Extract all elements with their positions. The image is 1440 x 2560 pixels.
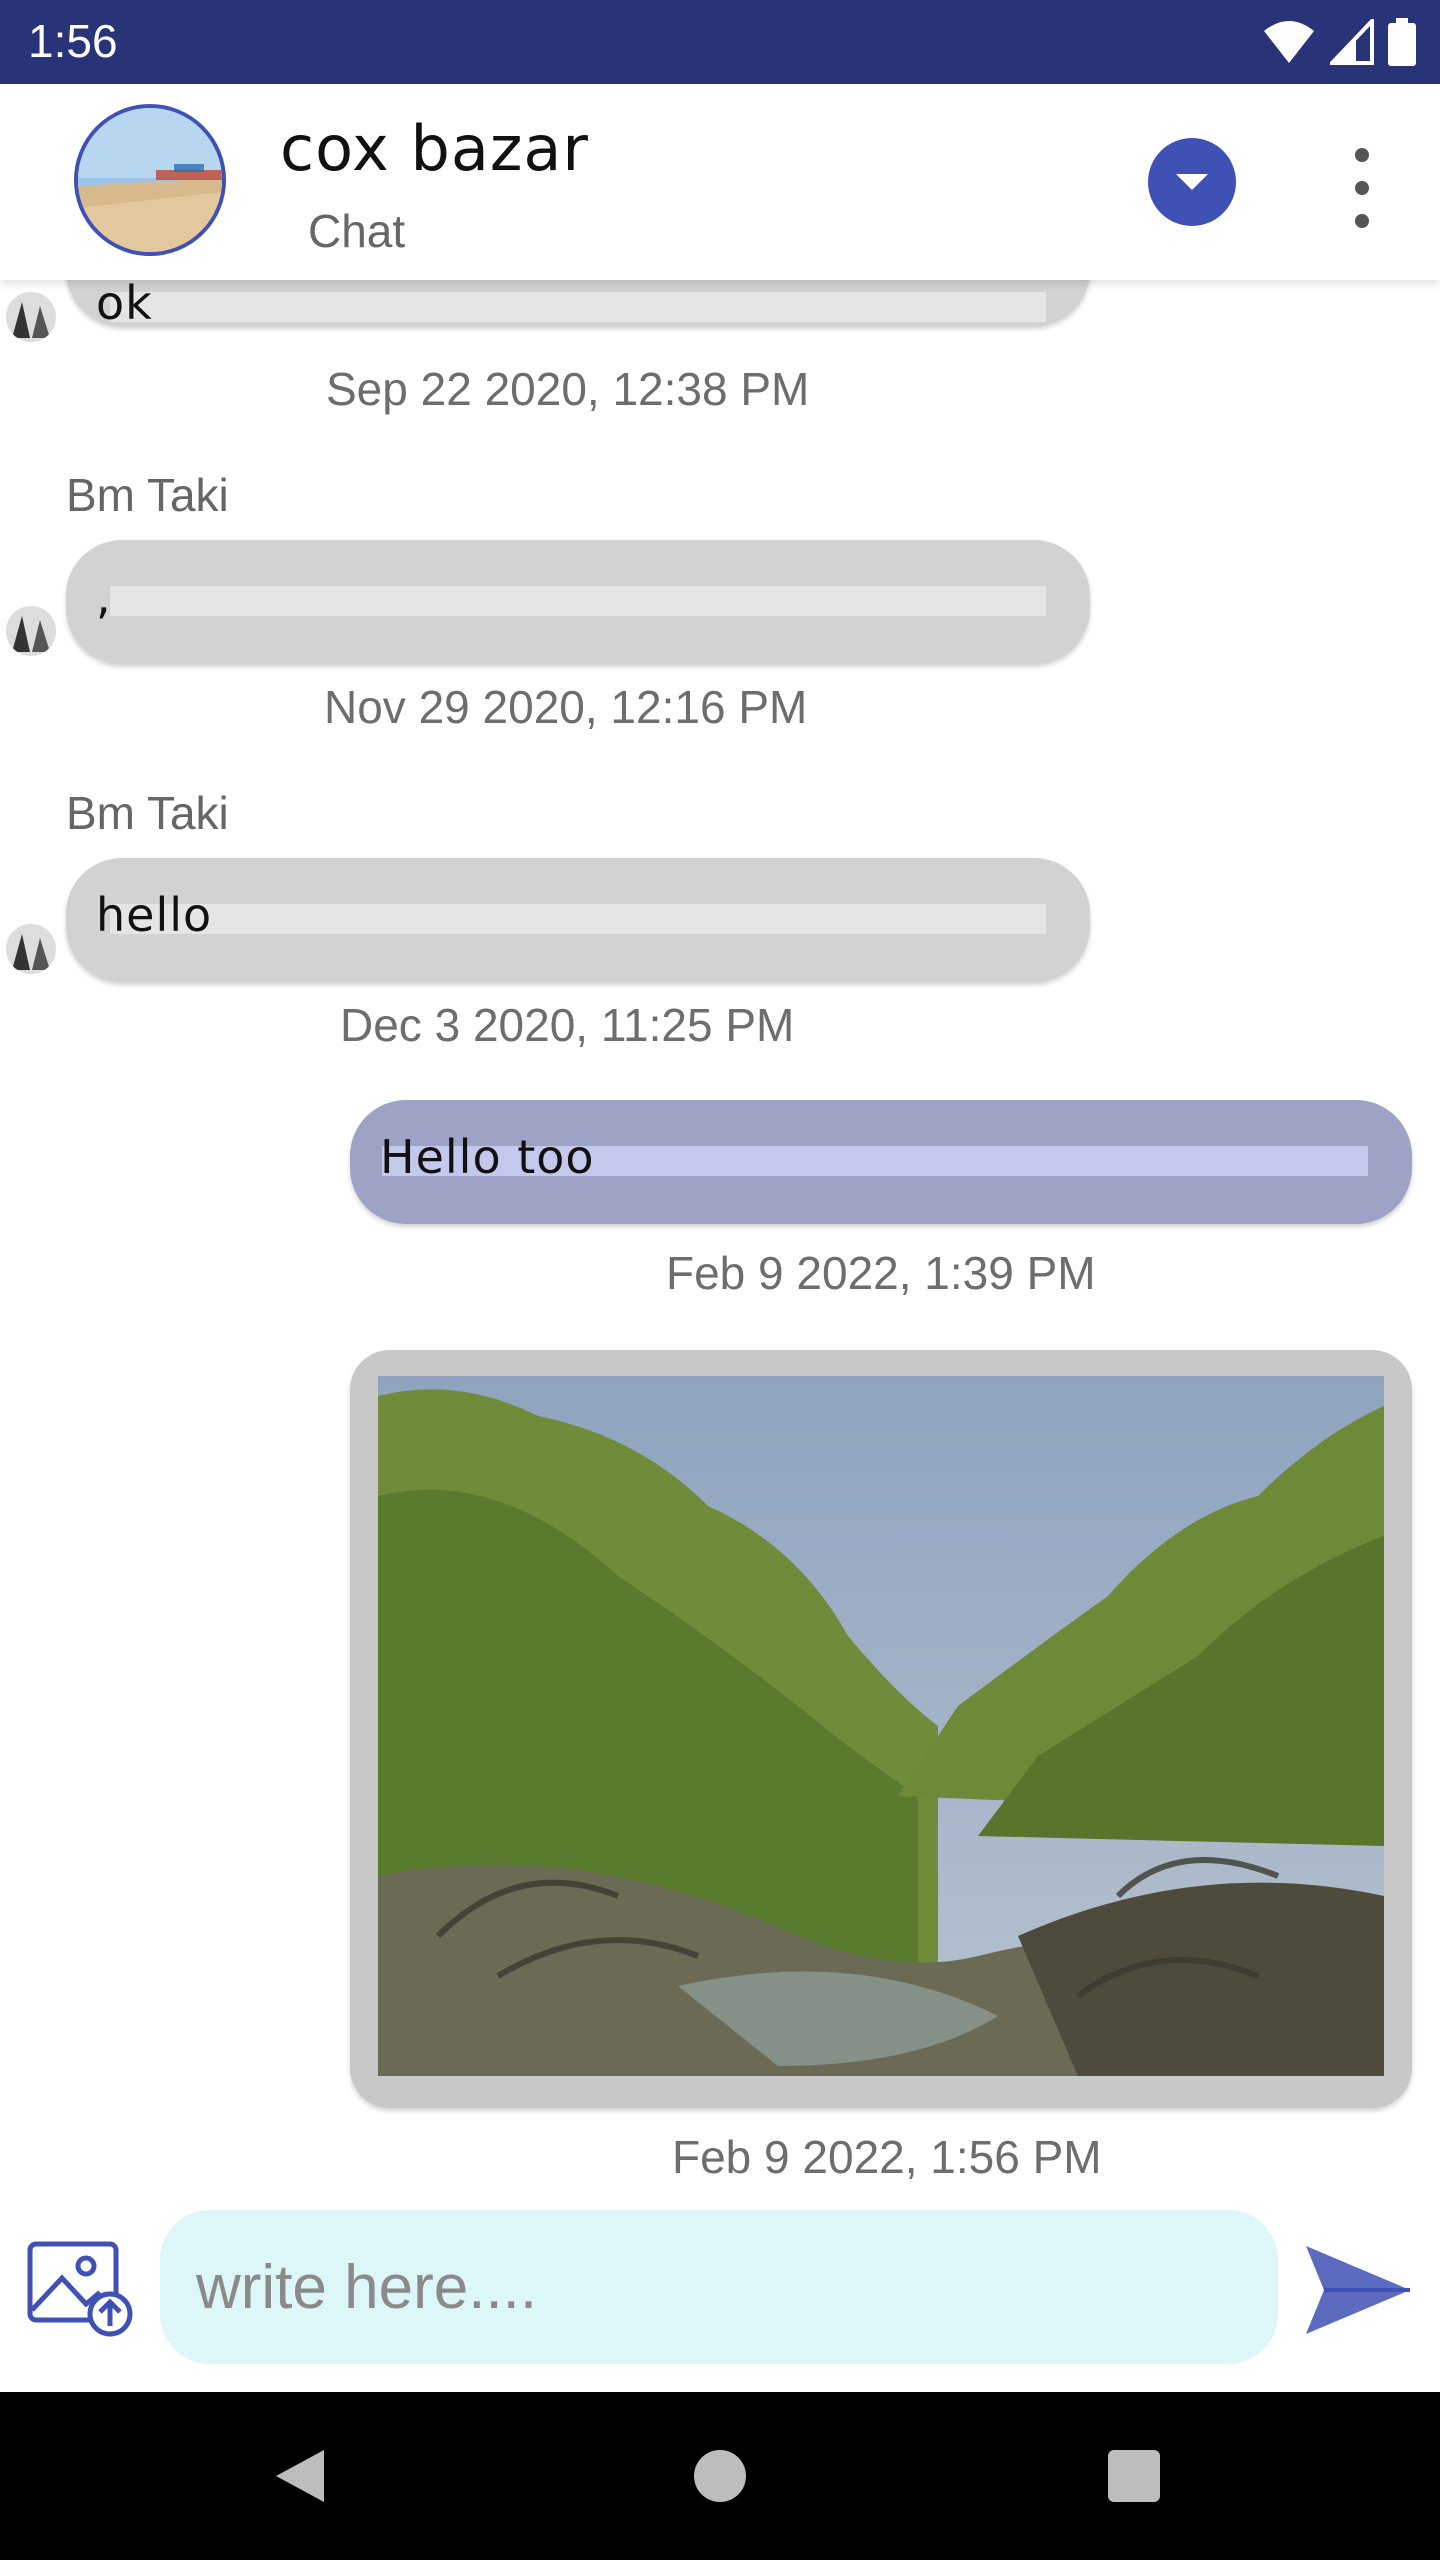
attach-image-button[interactable] (26, 2238, 136, 2338)
wifi-icon (1264, 21, 1314, 63)
message-text: hello (96, 888, 213, 942)
status-icons (1262, 16, 1416, 68)
system-nav-bar (0, 2392, 1440, 2560)
message-timestamp: Sep 22 2020, 12:38 PM (326, 363, 810, 415)
chat-subtitle: Chat (308, 205, 406, 257)
battery-icon (1388, 18, 1416, 66)
back-icon[interactable] (272, 2446, 328, 2506)
send-button[interactable] (1302, 2240, 1414, 2340)
message-timestamp: Dec 3 2020, 11:25 PM (340, 999, 795, 1051)
cellular-signal-icon (1330, 19, 1374, 65)
message-bubble[interactable]: ok (66, 280, 1090, 330)
message-list[interactable]: ok Sep 22 2020, 12:38 PM Bm Taki , Nov 2… (0, 280, 1440, 2210)
sender-name: Bm Taki (66, 787, 229, 839)
message-timestamp: Nov 29 2020, 12:16 PM (324, 681, 808, 733)
message-input[interactable] (160, 2210, 1278, 2364)
sender-avatar (6, 924, 56, 974)
chat-title: cox bazar (280, 112, 589, 185)
group-avatar[interactable] (74, 104, 226, 256)
overflow-menu-button[interactable] (1330, 148, 1394, 228)
status-bar: 1:56 (0, 0, 1440, 84)
sender-name: Bm Taki (66, 469, 229, 521)
mangrove-forest-photo (378, 1376, 1384, 2076)
beach-avatar-image (78, 108, 222, 252)
message-timestamp: Feb 9 2022, 1:39 PM (666, 1247, 1096, 1299)
message-bubble-outgoing[interactable]: Hello too (350, 1100, 1412, 1224)
sender-avatar (6, 292, 56, 342)
home-icon[interactable] (694, 2450, 746, 2502)
send-icon (1306, 2246, 1410, 2334)
message-timestamp: Feb 9 2022, 1:56 PM (672, 2131, 1102, 2183)
dropdown-button[interactable] (1148, 138, 1236, 226)
message-bubble[interactable]: hello (66, 858, 1090, 982)
image-upload-icon (27, 2241, 133, 2337)
message-text: , (96, 570, 112, 624)
message-text: Hello too (380, 1130, 595, 1184)
message-composer (0, 2190, 1440, 2390)
message-bubble[interactable]: , (66, 540, 1090, 664)
message-text: ok (96, 280, 153, 330)
chat-header: cox bazar Chat (0, 84, 1440, 280)
sender-avatar (6, 606, 56, 656)
recent-apps-icon[interactable] (1108, 2450, 1160, 2502)
shared-photo[interactable] (378, 1376, 1384, 2076)
status-time: 1:56 (28, 15, 118, 67)
more-vert-icon (1355, 148, 1369, 162)
image-message-bubble[interactable] (350, 1350, 1412, 2108)
caret-down-icon (1176, 174, 1208, 190)
